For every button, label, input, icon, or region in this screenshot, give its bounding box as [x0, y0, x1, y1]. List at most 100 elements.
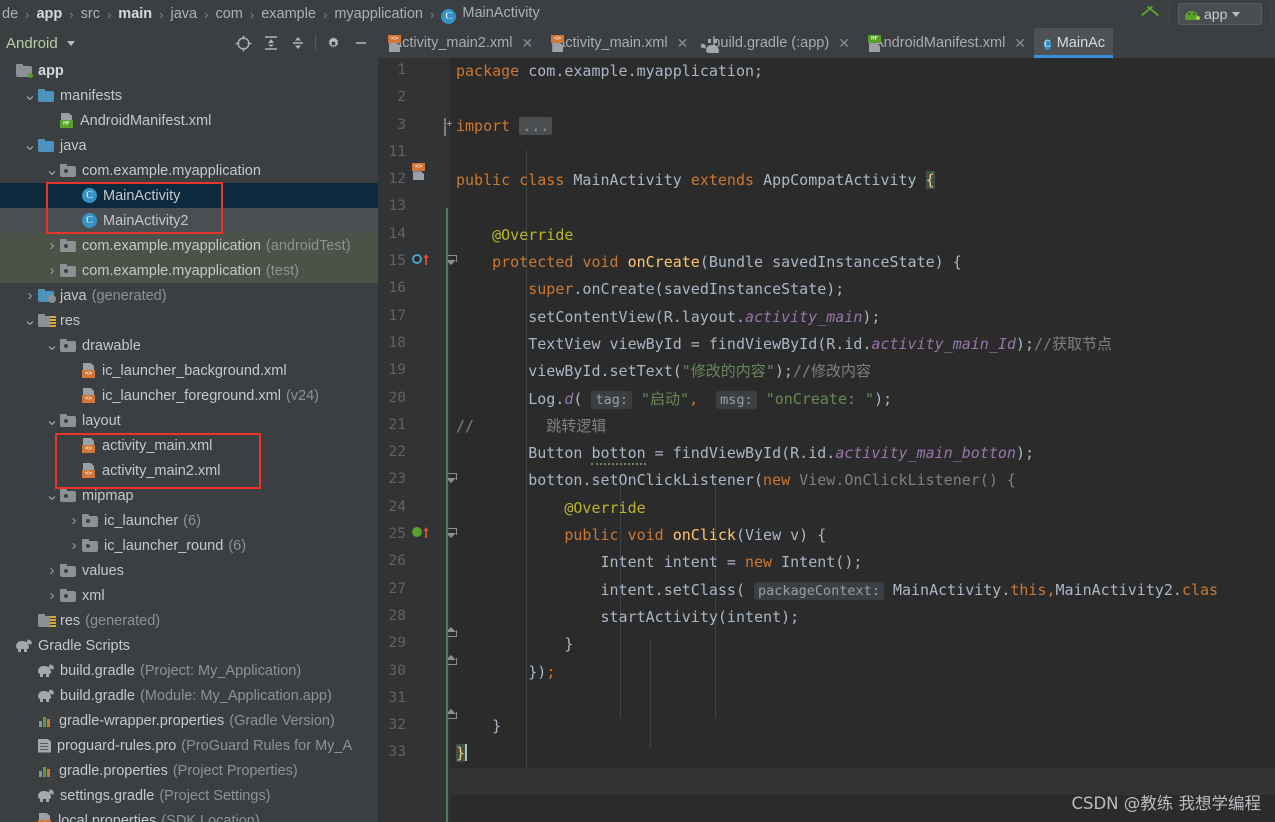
- gutter-line[interactable]: 28: [378, 604, 450, 631]
- chevron-down-icon[interactable]: ⌄: [44, 487, 60, 503]
- close-tab-icon[interactable]: ✕: [521, 35, 533, 52]
- code-line[interactable]: Log.d( tag: "启动", msg: "onCreate: ");: [450, 386, 1275, 413]
- code-line[interactable]: protected void onCreate(Bundle savedInst…: [450, 249, 1275, 276]
- editor-tab[interactable]: <> activity_main.xml ✕: [541, 28, 696, 58]
- code-line[interactable]: import ...: [450, 113, 1275, 140]
- gutter-line[interactable]: 16: [378, 276, 450, 303]
- gutter-line[interactable]: 2: [378, 85, 450, 112]
- tree-node[interactable]: ⌄ com.example.myapplication: [0, 158, 378, 183]
- chevron-right-icon[interactable]: ›: [44, 587, 60, 604]
- implements-method-icon[interactable]: [412, 526, 429, 539]
- breadcrumb-item[interactable]: C MainActivity: [441, 5, 540, 24]
- expand-all-icon[interactable]: [257, 30, 284, 56]
- breadcrumb-item[interactable]: example: [261, 6, 316, 22]
- code-line[interactable]: botton.setOnClickListener(new View.OnCli…: [450, 467, 1275, 494]
- code-editor[interactable]: 1 2 3 11 12 <> 13 14 15 16 17 18 19 20 21 22 23 24 25 26 27 2…: [378, 58, 1275, 822]
- project-view-title[interactable]: Android: [6, 35, 58, 52]
- code-line[interactable]: [450, 85, 1275, 112]
- code-line[interactable]: }: [450, 713, 1275, 740]
- code-line[interactable]: Button botton = findViewById(R.id.activi…: [450, 440, 1275, 467]
- select-opened-file-icon[interactable]: [230, 30, 257, 56]
- code-line[interactable]: public void onClick(View v) {: [450, 522, 1275, 549]
- code-line[interactable]: TextView viewById = findViewById(R.id.ac…: [450, 331, 1275, 358]
- close-tab-icon[interactable]: ✕: [838, 35, 850, 52]
- editor-gutter[interactable]: 1 2 3 11 12 <> 13 14 15 16 17 18 19 20 21 22 23 24 25 26 27 2…: [378, 58, 450, 822]
- chevron-down-icon[interactable]: [66, 40, 75, 46]
- tree-node[interactable]: › values: [0, 558, 378, 583]
- close-tab-icon[interactable]: ✕: [677, 35, 689, 52]
- gutter-line[interactable]: 26: [378, 549, 450, 576]
- tree-node[interactable]: build.gradle (Module: My_Application.app): [0, 683, 378, 708]
- tree-node[interactable]: <> activity_main.xml: [0, 433, 378, 458]
- close-tab-icon[interactable]: ✕: [1014, 35, 1026, 52]
- gutter-line[interactable]: 1: [378, 58, 450, 85]
- gutter-line[interactable]: 20: [378, 386, 450, 413]
- editor-tab[interactable]: <> activity_main2.xml ✕: [378, 28, 541, 58]
- tree-node[interactable]: ⌄ res: [0, 308, 378, 333]
- project-tree-panel[interactable]: app ⌄ manifests MF AndroidManifest.xml ⌄ java ⌄…: [0, 58, 378, 822]
- tree-node[interactable]: C MainActivity: [0, 183, 378, 208]
- tree-node[interactable]: › xml: [0, 583, 378, 608]
- tree-node[interactable]: ⌄ manifests: [0, 83, 378, 108]
- tree-node[interactable]: › ic_launcher_round (6): [0, 533, 378, 558]
- code-line[interactable]: [450, 686, 1275, 713]
- code-line[interactable]: [450, 194, 1275, 221]
- breadcrumb-item[interactable]: java: [170, 6, 197, 22]
- tree-node[interactable]: › ic_launcher (6): [0, 508, 378, 533]
- gutter-line[interactable]: 27: [378, 577, 450, 604]
- code-line[interactable]: [450, 140, 1275, 167]
- tree-node[interactable]: › java (generated): [0, 283, 378, 308]
- gutter-line[interactable]: 17: [378, 304, 450, 331]
- tree-node[interactable]: <> ic_launcher_foreground.xml (v24): [0, 383, 378, 408]
- gutter-line[interactable]: 22: [378, 440, 450, 467]
- tree-node[interactable]: app: [0, 58, 378, 83]
- tree-node[interactable]: build.gradle (Project: My_Application): [0, 658, 378, 683]
- tree-node[interactable]: proguard-rules.pro (ProGuard Rules for My…: [0, 733, 378, 758]
- breadcrumb-item[interactable]: myapplication: [334, 6, 423, 22]
- tree-node[interactable]: gradle.properties (Project Properties): [0, 758, 378, 783]
- gutter-line[interactable]: 23: [378, 467, 450, 494]
- chevron-down-icon[interactable]: ⌄: [22, 137, 38, 153]
- tree-node[interactable]: <> ic_launcher_background.xml: [0, 358, 378, 383]
- code-line[interactable]: @Override: [450, 495, 1275, 522]
- breadcrumb-item[interactable]: de: [2, 6, 18, 22]
- chevron-down-icon[interactable]: ⌄: [44, 162, 60, 178]
- tree-node[interactable]: C MainActivity2: [0, 208, 378, 233]
- chevron-down-icon[interactable]: ⌄: [44, 412, 60, 428]
- breadcrumb-item[interactable]: main: [118, 6, 152, 22]
- code-line[interactable]: package com.example.myapplication;: [450, 58, 1275, 85]
- tree-node[interactable]: ⌄ layout: [0, 408, 378, 433]
- gutter-line[interactable]: 13: [378, 194, 450, 221]
- run-configuration-selector[interactable]: app: [1178, 3, 1262, 25]
- gutter-line[interactable]: 15: [378, 249, 450, 276]
- chevron-right-icon[interactable]: ›: [44, 237, 60, 254]
- tree-node[interactable]: gradle-wrapper.properties (Gradle Version…: [0, 708, 378, 733]
- collapse-all-icon[interactable]: [284, 30, 311, 56]
- gutter-line[interactable]: 18: [378, 331, 450, 358]
- editor-tab[interactable]: build.gradle (:app) ✕: [696, 28, 858, 58]
- code-line[interactable]: setContentView(R.layout.activity_main);: [450, 304, 1275, 331]
- chevron-right-icon[interactable]: ›: [66, 512, 82, 529]
- chevron-right-icon[interactable]: ›: [44, 262, 60, 279]
- gutter-line[interactable]: 12 <>: [378, 163, 450, 194]
- tree-node[interactable]: res (generated): [0, 608, 378, 633]
- settings-gear-icon[interactable]: [320, 30, 347, 56]
- code-line[interactable]: // 跳转逻辑: [450, 413, 1275, 440]
- gutter-line[interactable]: 30: [378, 659, 450, 686]
- chevron-down-icon[interactable]: ⌄: [22, 87, 38, 103]
- breadcrumb-item[interactable]: app: [36, 6, 62, 22]
- tree-node[interactable]: MF AndroidManifest.xml: [0, 108, 378, 133]
- editor-tab[interactable]: C MainAc: [1034, 28, 1114, 58]
- gutter-line[interactable]: 25: [378, 522, 450, 549]
- gutter-line[interactable]: 14: [378, 222, 450, 249]
- breadcrumb[interactable]: de › app › src › main › java › com › example › myappli…: [0, 5, 540, 24]
- code-line[interactable]: Intent intent = new Intent();: [450, 549, 1275, 576]
- tree-node[interactable]: ⌄ mipmap: [0, 483, 378, 508]
- arrow-up-down-icon[interactable]: [1135, 3, 1161, 25]
- code-line[interactable]: }: [450, 631, 1275, 658]
- breadcrumb-item[interactable]: com: [215, 6, 242, 22]
- tree-node[interactable]: › com.example.myapplication (test): [0, 258, 378, 283]
- chevron-down-icon[interactable]: ⌄: [22, 312, 38, 328]
- tree-node[interactable]: Gradle Scripts: [0, 633, 378, 658]
- breadcrumb-item[interactable]: src: [81, 6, 100, 22]
